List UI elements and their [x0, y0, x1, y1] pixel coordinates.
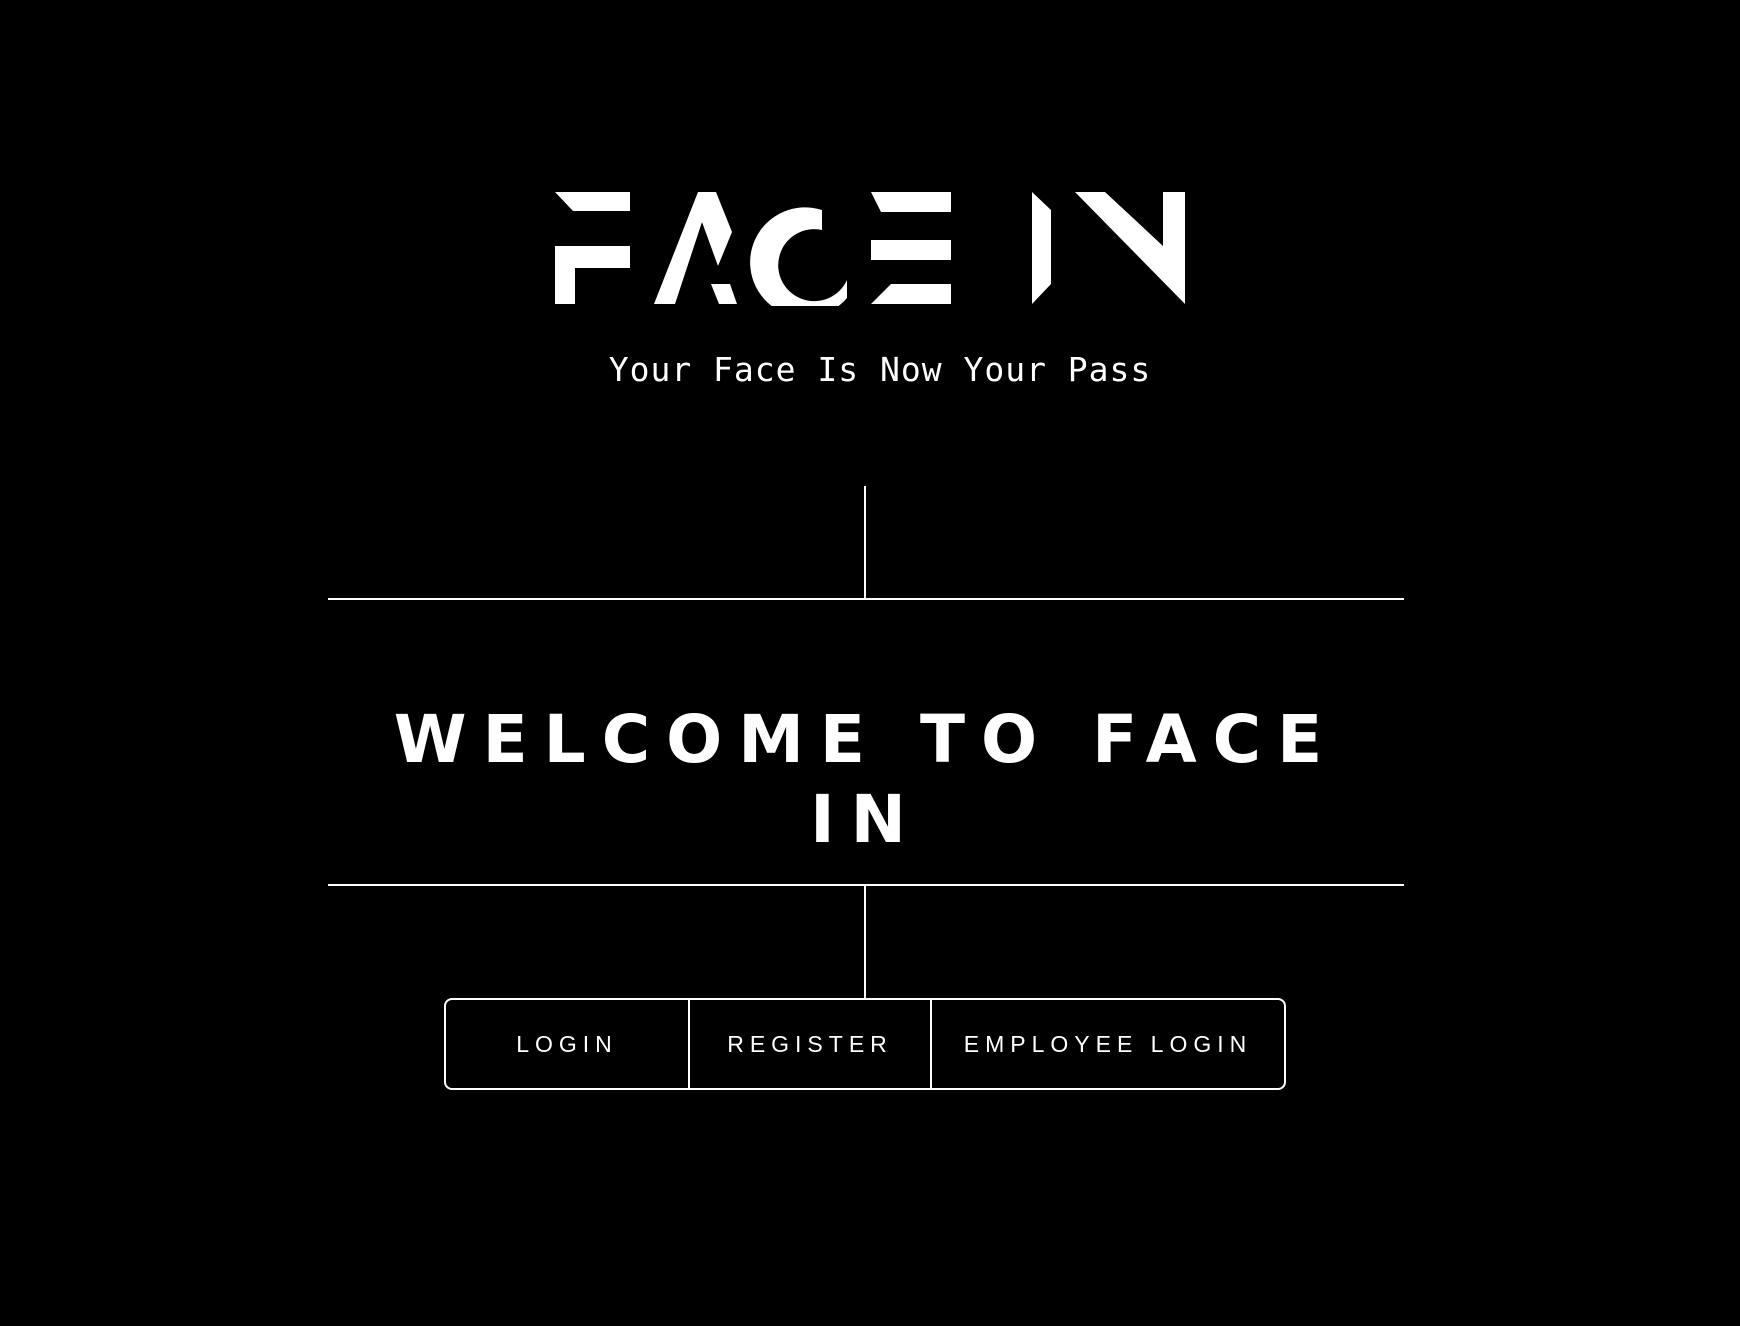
auth-button-group: LOGIN REGISTER EMPLOYEE LOGIN	[444, 998, 1286, 1090]
tagline: Your Face Is Now Your Pass	[608, 350, 1152, 389]
bottom-connector-line	[864, 885, 866, 999]
logo-wordmark-graphic	[555, 192, 1185, 306]
employee-login-button[interactable]: EMPLOYEE LOGIN	[930, 1000, 1284, 1088]
login-button[interactable]: LOGIN	[446, 1000, 688, 1088]
welcome-top-divider	[328, 598, 1404, 600]
top-connector-line	[864, 486, 866, 599]
welcome-heading: WELCOME TO FACE IN	[393, 701, 1339, 858]
face-in-logo	[555, 188, 1185, 306]
register-button[interactable]: REGISTER	[688, 1000, 930, 1088]
welcome-bottom-divider	[328, 884, 1404, 886]
